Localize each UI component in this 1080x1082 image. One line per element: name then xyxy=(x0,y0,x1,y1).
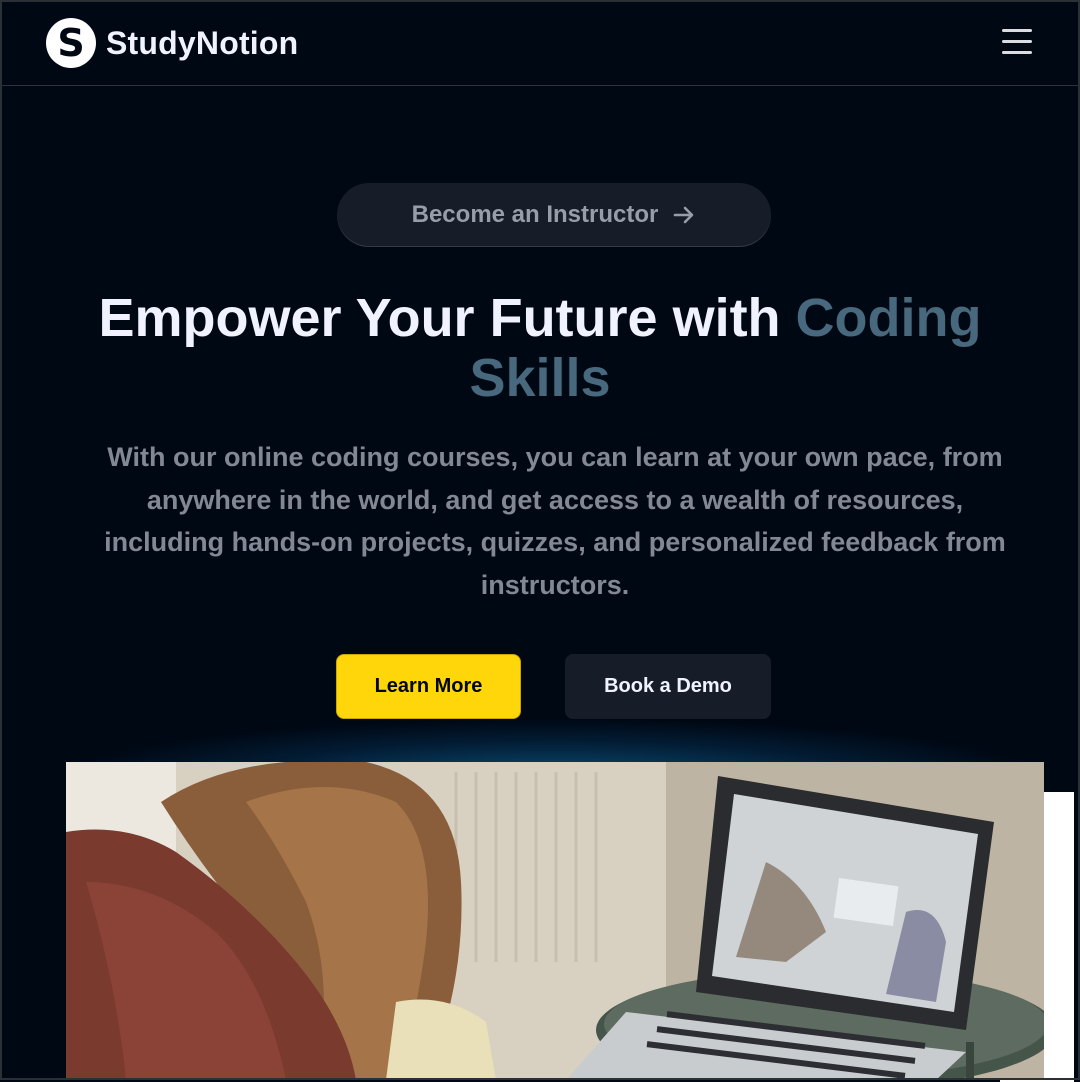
arrow-right-icon xyxy=(674,206,694,224)
learn-more-button[interactable]: Learn More xyxy=(336,654,521,719)
brand-name: StudyNotion xyxy=(106,24,299,61)
hero-description: With our online coding courses, you can … xyxy=(104,442,1006,600)
book-demo-button[interactable]: Book a Demo xyxy=(565,654,771,719)
headline-prefix: Empower Your Future with xyxy=(98,288,796,348)
logo-mark-icon: S xyxy=(46,18,96,68)
brand-logo[interactable]: S StudyNotion xyxy=(46,18,298,68)
hero-headline: Empower Your Future with Coding Skills xyxy=(40,288,1040,408)
hamburger-menu-icon[interactable] xyxy=(1002,29,1032,57)
become-instructor-label: Become an Instructor xyxy=(411,201,659,228)
hero-image xyxy=(66,762,1044,1080)
logo-letter: S xyxy=(57,21,85,65)
become-instructor-button[interactable]: Become an Instructor xyxy=(337,183,771,247)
top-navbar: S StudyNotion xyxy=(0,0,1080,86)
